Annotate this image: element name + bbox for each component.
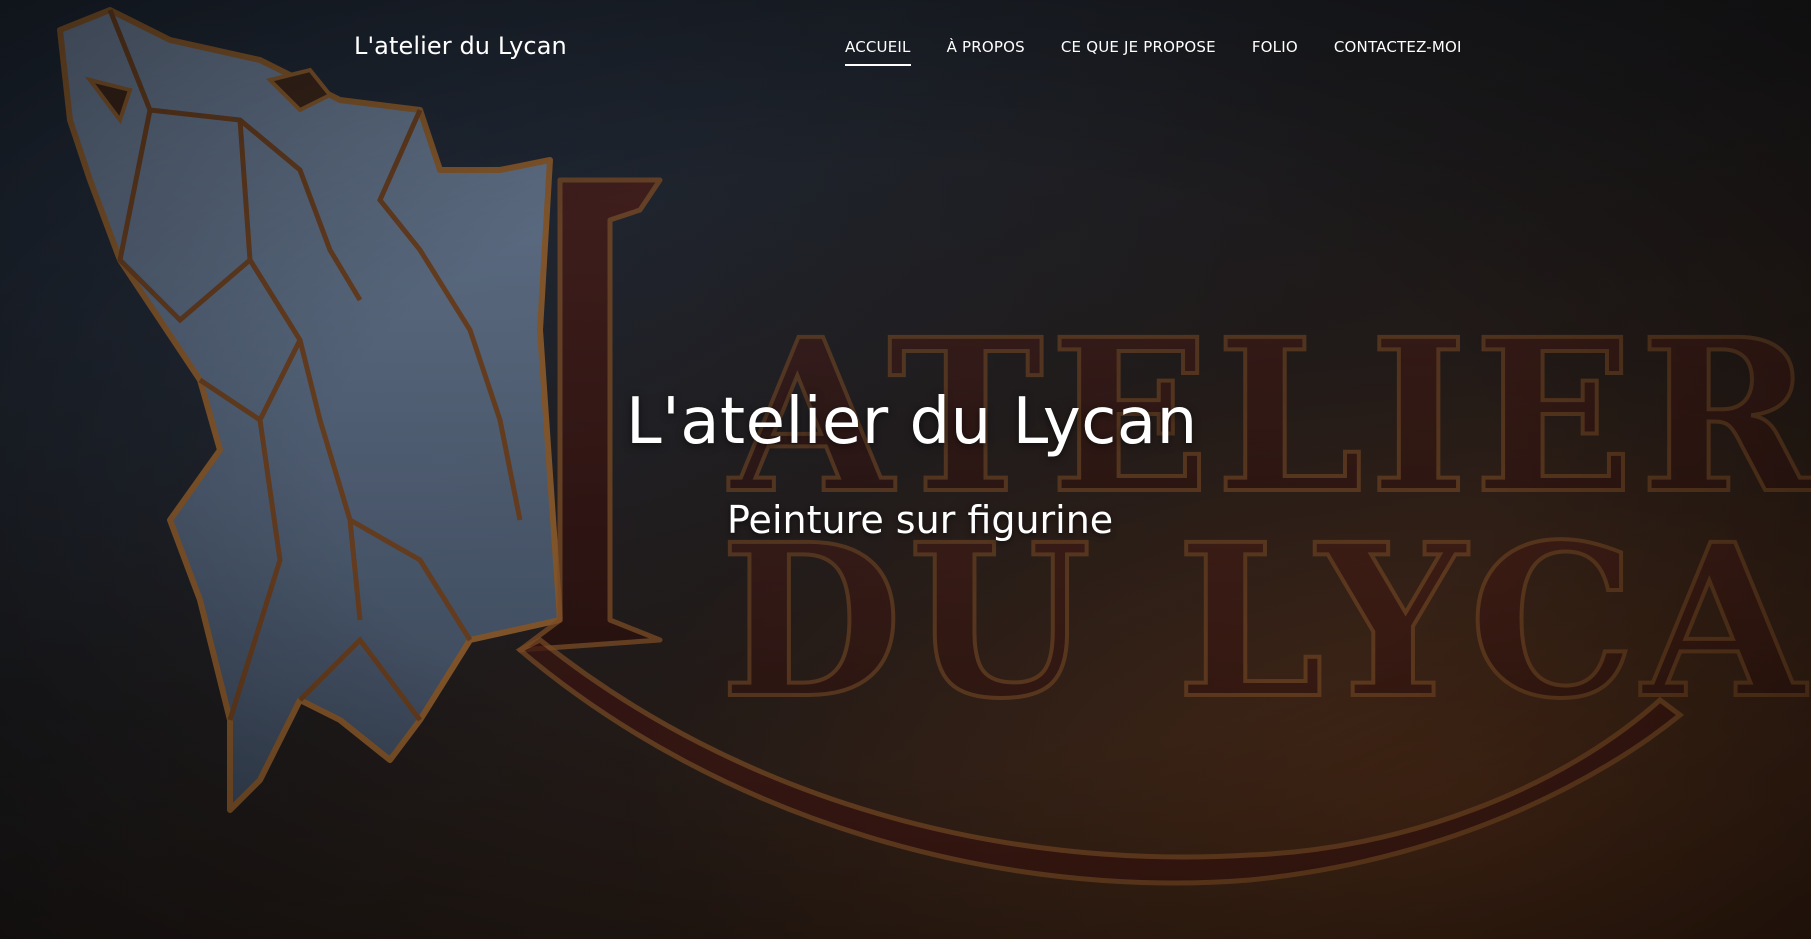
nav-item-accueil[interactable]: ACCUEIL — [845, 38, 911, 66]
hero-subtitle: Peinture sur figurine — [727, 498, 1114, 542]
nav-item-folio[interactable]: FOLIO — [1252, 38, 1298, 56]
nav-item-ce-que-je-propose[interactable]: CE QUE JE PROPOSE — [1061, 38, 1216, 56]
nav-item-a-propos[interactable]: À PROPOS — [947, 38, 1025, 56]
page: ATELIER DU LYCAN L'atelier du Lycan ACCU… — [0, 0, 1811, 939]
howling-wolf-icon — [57, 7, 563, 813]
hero-title: L'atelier du Lycan — [626, 385, 1198, 459]
nav-item-contactez-moi[interactable]: CONTACTEZ-MOI — [1334, 38, 1462, 56]
main-nav: ACCUEIL À PROPOS CE QUE JE PROPOSE FOLIO… — [845, 38, 1462, 66]
brand-link[interactable]: L'atelier du Lycan — [354, 32, 567, 60]
site-header: L'atelier du Lycan ACCUEIL À PROPOS CE Q… — [0, 0, 1811, 96]
background-logo: ATELIER DU LYCAN — [57, 7, 1811, 886]
